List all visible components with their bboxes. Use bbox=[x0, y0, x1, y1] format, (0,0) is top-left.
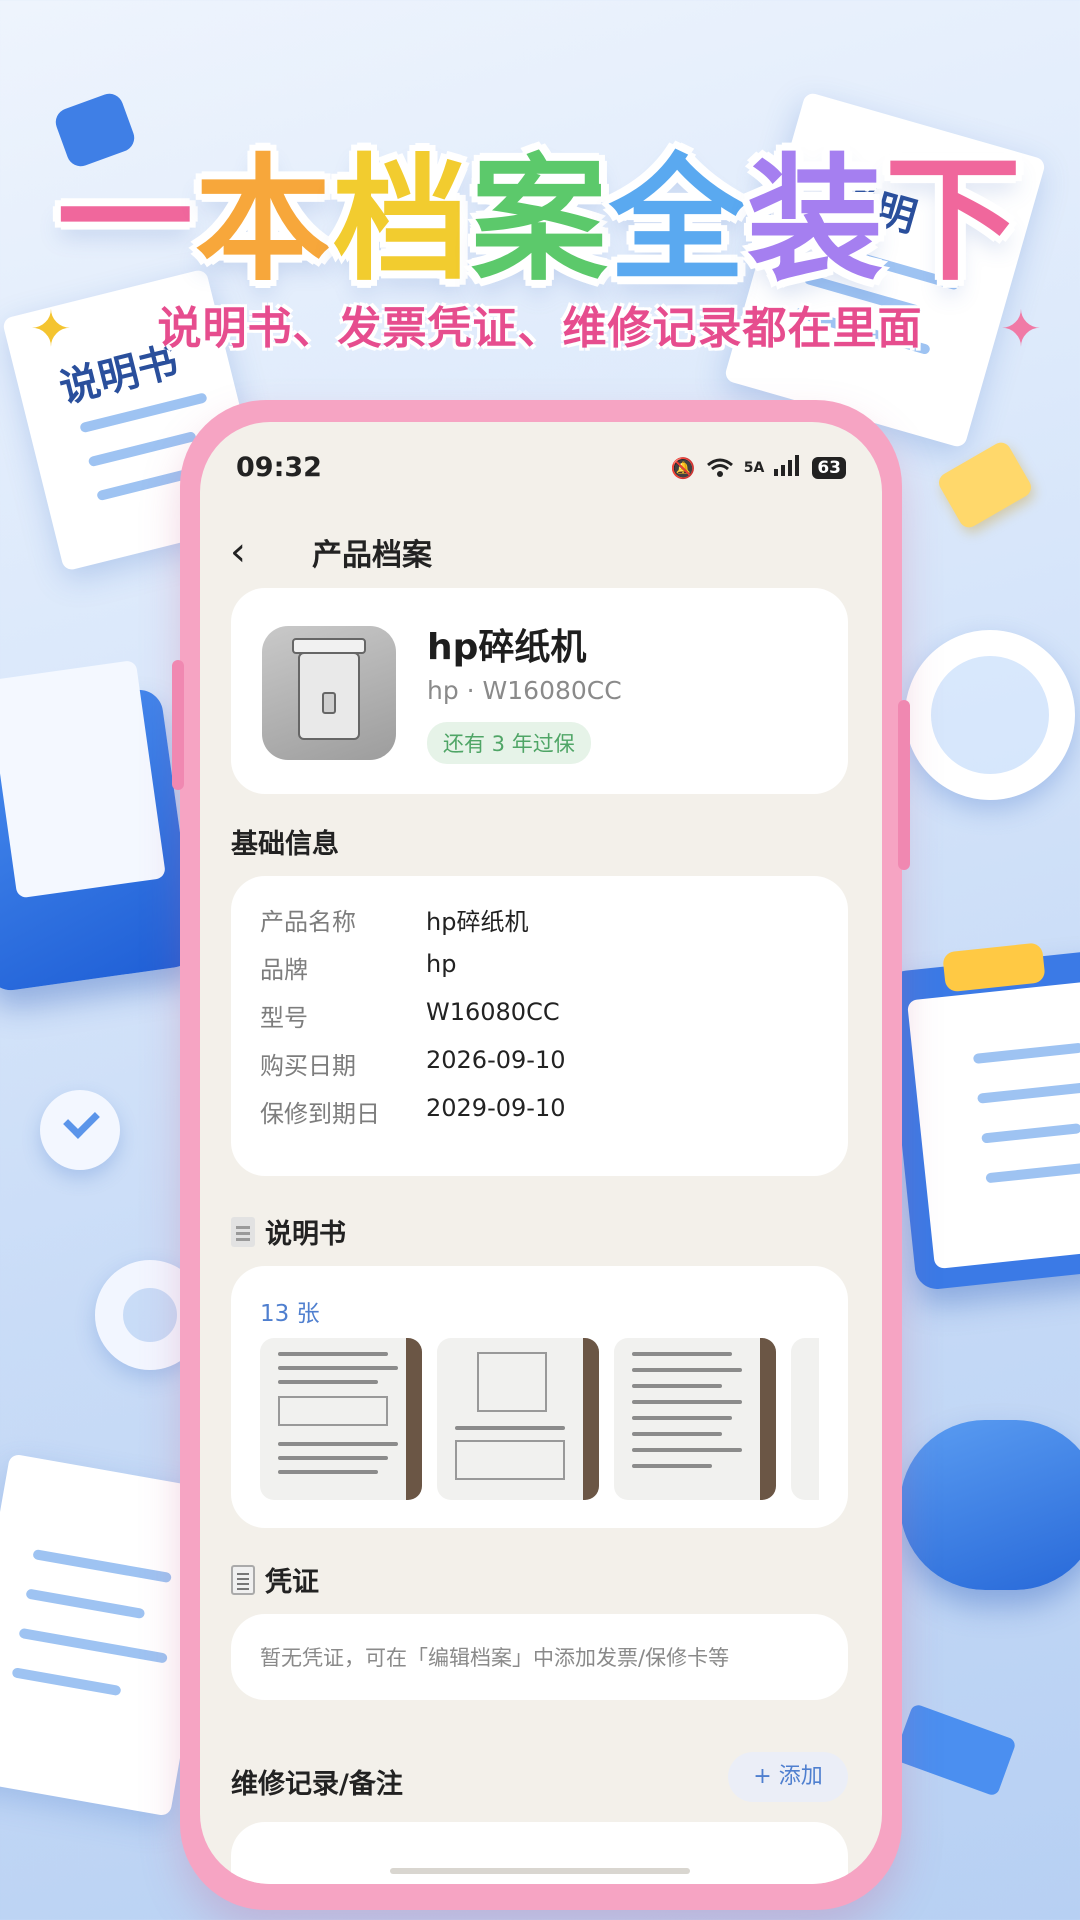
info-row: 购买日期 2026-09-10 bbox=[260, 1042, 828, 1082]
ribbon-decoration bbox=[893, 1702, 1017, 1798]
poster-title-char: 本 bbox=[195, 142, 333, 300]
info-label: 购买日期 bbox=[260, 1052, 356, 1080]
info-value: 2029-09-10 bbox=[426, 1094, 566, 1122]
info-row: 保修到期日 2029-09-10 bbox=[260, 1090, 828, 1130]
mute-icon: 🔕 bbox=[670, 456, 696, 480]
poster-subtitle: 说明书、发票凭证、维修记录都在里面 bbox=[157, 303, 923, 354]
manual-thumbnail[interactable] bbox=[437, 1338, 599, 1500]
back-button[interactable]: ‹ bbox=[230, 528, 270, 576]
repair-records-card bbox=[231, 1822, 848, 1884]
poster-title-char: 档 bbox=[333, 142, 471, 300]
product-brand-model: hp · W16080CC bbox=[427, 676, 622, 705]
poster-title-char: 装 bbox=[747, 142, 885, 300]
basic-info-card: 产品名称 hp碎纸机品牌 hp 型号 W16080CC 购买日期 2026-09-10 保修到… bbox=[231, 876, 848, 1176]
info-value: W16080CC bbox=[426, 998, 560, 1026]
info-value: hp bbox=[426, 950, 457, 978]
manual-page-count: 13 张 bbox=[260, 1301, 320, 1327]
info-row: 品牌 hp bbox=[260, 946, 828, 986]
signal-icon bbox=[774, 454, 802, 482]
poster-title-char: 案 bbox=[471, 142, 609, 300]
voucher-title: 凭证 bbox=[265, 1567, 319, 1598]
voucher-card: 暂无凭证，可在「编辑档案」中添加发票/保修卡等 bbox=[231, 1614, 848, 1700]
home-indicator[interactable] bbox=[390, 1868, 690, 1874]
manual-thumbnail[interactable] bbox=[260, 1338, 422, 1500]
signal-label: 5A bbox=[743, 460, 765, 476]
phone-side-button bbox=[172, 660, 184, 790]
poster-title-char: 全 bbox=[609, 142, 747, 300]
receipt-icon bbox=[231, 1564, 255, 1595]
info-value: hp碎纸机 bbox=[426, 908, 529, 936]
product-image[interactable] bbox=[262, 626, 396, 760]
info-label: 型号 bbox=[260, 1004, 308, 1032]
battery-indicator: 63 bbox=[812, 457, 846, 479]
basic-info-heading: 基础信息 bbox=[231, 822, 339, 861]
check-icon bbox=[40, 1090, 120, 1170]
manual-title: 说明书 bbox=[265, 1219, 346, 1250]
app-screen: 09:32 🔕 5A 63 ‹ 产品档案 hp碎纸机 hp · W16080CC… bbox=[200, 422, 882, 1884]
status-bar: 09:32 🔕 5A 63 bbox=[236, 452, 846, 492]
info-label: 保修到期日 bbox=[260, 1100, 380, 1128]
manual-thumbnails[interactable] bbox=[260, 1338, 819, 1500]
basic-info-title: 基础信息 bbox=[231, 829, 339, 860]
repair-records-title: 维修记录/备注 bbox=[231, 1769, 403, 1800]
phone-side-button bbox=[898, 700, 910, 870]
voucher-heading: 凭证 bbox=[231, 1560, 319, 1599]
add-record-button[interactable]: + 添加 bbox=[728, 1752, 848, 1802]
info-label: 品牌 bbox=[260, 956, 308, 984]
folder-decoration bbox=[0, 659, 199, 994]
magnifier-decoration bbox=[905, 630, 1075, 800]
info-row: 产品名称 hp碎纸机 bbox=[260, 898, 828, 938]
warranty-status-badge: 还有 3 年过保 bbox=[427, 722, 591, 764]
price-tag-decoration bbox=[935, 439, 1035, 531]
product-name: hp碎纸机 bbox=[427, 627, 587, 668]
manual-thumbnail[interactable] bbox=[791, 1338, 819, 1500]
manual-heading: 说明书 bbox=[231, 1212, 346, 1251]
clipboard-decoration bbox=[883, 942, 1080, 1292]
page-title: 产品档案 bbox=[312, 538, 432, 573]
manual-thumbnail[interactable] bbox=[614, 1338, 776, 1500]
info-row: 型号 W16080CC bbox=[260, 994, 828, 1034]
document-icon bbox=[231, 1216, 255, 1247]
info-value: 2026-09-10 bbox=[426, 1046, 566, 1074]
nav-bar: ‹ 产品档案 bbox=[200, 522, 882, 582]
status-time: 09:32 bbox=[236, 452, 322, 483]
cloud-decoration bbox=[900, 1420, 1080, 1590]
product-card[interactable]: hp碎纸机 hp · W16080CC 还有 3 年过保 bbox=[231, 588, 848, 794]
poster-title-char: 一 bbox=[57, 142, 195, 300]
sparkle-icon: ✦ bbox=[1000, 300, 1042, 358]
poster-title: 一本档案全装下 bbox=[0, 110, 1080, 307]
manual-card[interactable]: 13 张 bbox=[231, 1266, 848, 1528]
voucher-empty-message: 暂无凭证，可在「编辑档案」中添加发票/保修卡等 bbox=[260, 1646, 730, 1670]
wifi-icon bbox=[706, 457, 734, 479]
poster-title-char: 下 bbox=[885, 142, 1023, 300]
info-label: 产品名称 bbox=[260, 908, 356, 936]
status-icons: 🔕 5A 63 bbox=[671, 454, 846, 482]
